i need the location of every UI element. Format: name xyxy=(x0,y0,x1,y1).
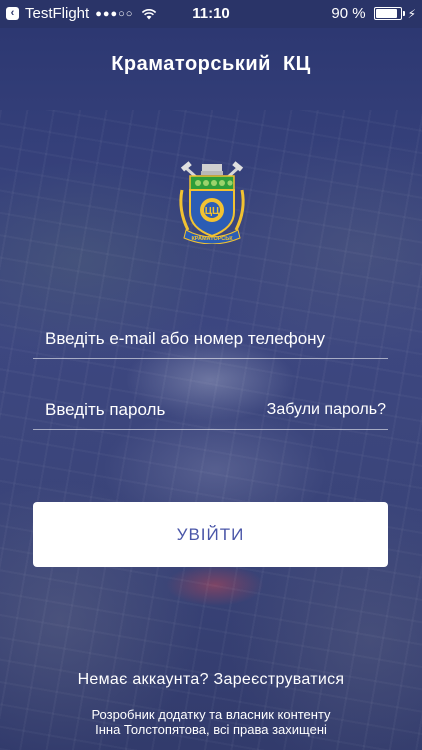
page-title: Краматорський КЦ xyxy=(111,53,311,75)
emblem-ribbon-text: КРАМАТОРСЬК xyxy=(191,236,233,242)
email-input[interactable] xyxy=(45,326,375,352)
footer-line-1: Розробник додатку та власник контенту xyxy=(91,707,331,722)
status-bar: ‹ TestFlight ●●●○○ 11:10 90 % ⚡ xyxy=(0,0,422,28)
battery-percent: 90 % xyxy=(331,5,366,22)
battery-icon xyxy=(373,7,405,20)
footer-line-2: Інна Толстопятова, всі права захищені xyxy=(95,722,327,737)
forgot-password-link[interactable]: Забули пароль? xyxy=(267,401,386,419)
city-emblem-logo: ЦЦ КРАМАТОРСЬК xyxy=(179,161,245,244)
email-field[interactable] xyxy=(33,318,388,359)
charging-bolt-icon: ⚡ xyxy=(407,6,416,21)
emblem-shield-text: ЦЦ xyxy=(205,206,220,217)
login-button[interactable]: УВІЙТИ xyxy=(33,502,388,567)
password-input[interactable] xyxy=(45,397,245,423)
password-field[interactable]: Забули пароль? xyxy=(33,389,388,430)
register-link[interactable]: Немає аккаунта? Зареєструватися xyxy=(0,671,422,689)
status-bar-right: 90 % ⚡ xyxy=(331,5,416,22)
footer-copyright: Розробник додатку та власник контенту Ін… xyxy=(0,707,422,737)
